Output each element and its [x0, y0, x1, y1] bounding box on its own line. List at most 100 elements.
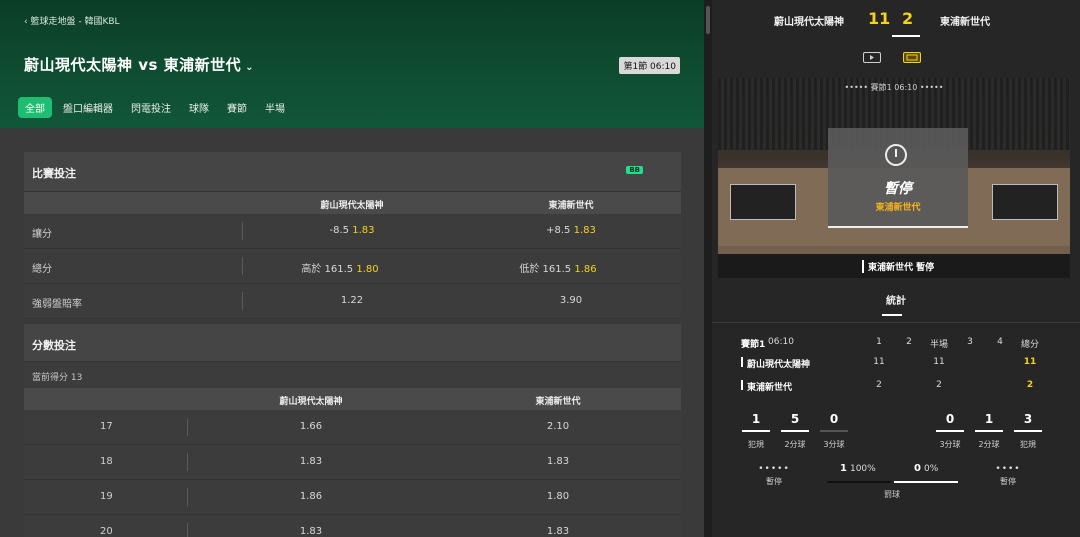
- match-bet-header[interactable]: 比賽投注 BB: [24, 152, 681, 192]
- odds-cell-away[interactable]: 低於 161.5 1.86: [519, 260, 596, 275]
- away-3pt: 0: [945, 412, 955, 426]
- column-home: 蔚山現代太陽神: [279, 397, 343, 407]
- tab-quarters[interactable]: 賽節: [220, 97, 254, 118]
- chevron-down-icon[interactable]: ⌄: [245, 62, 254, 73]
- breadcrumb-text[interactable]: 籃球走地盤 - 韓國KBL: [30, 17, 119, 27]
- odds-cell-home[interactable]: -8.5 1.83: [330, 225, 375, 236]
- live-tracker-icon[interactable]: [903, 52, 921, 63]
- tab-all[interactable]: 全部: [18, 97, 52, 118]
- label-3pt-home: 3分球: [823, 440, 845, 449]
- row-label: 19: [100, 491, 113, 502]
- table-row: 強弱盤賠率 1.22 3.90: [24, 284, 681, 319]
- points-bet-header[interactable]: 分數投注: [24, 324, 681, 362]
- media-toggle: [712, 52, 1080, 66]
- tab-statistics[interactable]: 統計: [712, 292, 1080, 307]
- period-clock-badge: 第1節 06:10: [619, 57, 680, 74]
- score-header: 蔚山現代太陽神 11 2 東浦新世代: [712, 0, 1080, 40]
- home-free-throws: 1 100%: [840, 463, 876, 474]
- home-team-row-name: 蔚山現代太陽神: [747, 360, 811, 370]
- away-3pt-bar: [936, 430, 964, 432]
- line: 低於 161.5: [519, 264, 572, 275]
- away-team-name: 東浦新世代: [940, 17, 990, 28]
- match-header: ‹ 籃球走地盤 - 韓國KBL 蔚山現代太陽神 vs 東浦新世代 ⌄ 第1節 06…: [0, 0, 704, 128]
- betting-panel: ‹ 籃球走地盤 - 韓國KBL 蔚山現代太陽神 vs 東浦新世代 ⌄ 第1節 06…: [0, 0, 704, 537]
- odds-cell-home[interactable]: 1.22: [341, 295, 363, 306]
- odds-cell-away[interactable]: +8.5 1.83: [546, 225, 596, 236]
- table-row: 20 1.83 1.83: [24, 515, 681, 537]
- row-label: 強弱盤賠率: [32, 299, 82, 310]
- odds-cell-away[interactable]: 1.80: [547, 491, 569, 502]
- row-divider: [187, 418, 188, 436]
- odds-cell-home[interactable]: 高於 161.5 1.80: [301, 260, 378, 275]
- home-total: 11: [1023, 357, 1037, 367]
- score-underline: [892, 35, 920, 37]
- away-half: 2: [936, 380, 942, 390]
- current-score-note: 當前得分 13: [24, 362, 681, 388]
- timeout-team: 東浦新世代: [875, 203, 921, 213]
- away-fouls: 3: [1023, 412, 1033, 426]
- header-q3: 3: [967, 337, 973, 347]
- away-team-row-name: 東浦新世代: [747, 383, 793, 393]
- row-label: 18: [100, 456, 113, 467]
- match-title[interactable]: 蔚山現代太陽神 vs 東浦新世代 ⌄: [24, 54, 254, 75]
- odd: 1.83: [352, 225, 375, 236]
- row-divider: [187, 523, 188, 537]
- home-ft-count: 1: [840, 463, 847, 474]
- label-fouls-home: 犯規: [748, 440, 764, 449]
- away-ft-count: 0: [914, 463, 921, 474]
- away-ft-bar: [894, 481, 958, 483]
- points-bet-card: 分數投注 當前得分 13 蔚山現代太陽神 東浦新世代 17 1.66 2.10 …: [24, 324, 681, 537]
- live-panel: 蔚山現代太陽神 11 2 東浦新世代 ••••• 賽節1 06:10 •••••…: [712, 0, 1080, 537]
- table-row: 讓分 -8.5 1.83 +8.5 1.83: [24, 214, 681, 249]
- scrollbar[interactable]: [704, 0, 712, 537]
- home-ft-pct: 100%: [849, 464, 876, 474]
- away-score: 2: [902, 9, 914, 28]
- home-ft-bar: [827, 481, 891, 483]
- away-q1: 2: [876, 380, 882, 390]
- event-text: 東浦新世代 暫停: [862, 260, 934, 273]
- home-3pt-bar: [820, 430, 848, 432]
- breadcrumb[interactable]: ‹ 籃球走地盤 - 韓國KBL: [24, 14, 120, 27]
- away-2pt-bar: [975, 430, 1003, 432]
- line: +8.5: [546, 225, 571, 236]
- tab-flash-bet[interactable]: 閃電投注: [124, 97, 178, 118]
- points-bet-title: 分數投注: [32, 339, 76, 352]
- away-free-throws: 0 0%: [914, 463, 938, 474]
- tab-market-editor[interactable]: 盤口編輯器: [56, 97, 120, 118]
- label-3pt-away: 3分球: [939, 440, 961, 449]
- odds-cell-away[interactable]: 1.83: [547, 526, 569, 537]
- tab-underline: [882, 314, 902, 316]
- odds-cell-home[interactable]: 1.86: [300, 491, 322, 502]
- tab-teams[interactable]: 球隊: [182, 97, 216, 118]
- away-team-marker: [741, 380, 743, 390]
- market-tabs: 全部 盤口編輯器 閃電投注 球隊 賽節 半場: [18, 97, 296, 118]
- row-label: 20: [100, 526, 113, 537]
- timeout-title: 暫停: [884, 181, 912, 197]
- label-timeout-home: 暫停: [766, 477, 782, 486]
- odds-cell-away[interactable]: 1.83: [547, 456, 569, 467]
- tab-half[interactable]: 半場: [258, 97, 292, 118]
- divider: [712, 322, 1080, 323]
- line: 高於 161.5: [301, 264, 354, 275]
- home-fouls: 1: [751, 412, 761, 426]
- row-label: 總分: [32, 264, 52, 275]
- home-fouls-bar: [742, 430, 770, 432]
- table-row: 17 1.66 2.10: [24, 410, 681, 445]
- away-ft-pct: 0%: [923, 464, 939, 474]
- away-timeouts-dots: ••••: [995, 464, 1021, 474]
- away-total: 2: [1026, 380, 1034, 390]
- match-bet-title: 比賽投注: [32, 167, 76, 180]
- video-icon[interactable]: [863, 52, 881, 63]
- odds-cell-away[interactable]: 3.90: [560, 295, 582, 306]
- header-total: 總分: [1020, 340, 1040, 350]
- scrollbar-thumb[interactable]: [706, 6, 710, 34]
- odds-cell-home[interactable]: 1.66: [300, 421, 322, 432]
- odds-cell-away[interactable]: 2.10: [547, 421, 569, 432]
- column-home: 蔚山現代太陽神: [320, 201, 384, 211]
- home-score: 11: [868, 9, 891, 28]
- odds-cell-home[interactable]: 1.83: [300, 526, 322, 537]
- odds-cell-home[interactable]: 1.83: [300, 456, 322, 467]
- home-timeouts-dots: •••••: [758, 464, 790, 474]
- label-fouls-away: 犯規: [1020, 440, 1036, 449]
- row-label: 17: [100, 421, 113, 432]
